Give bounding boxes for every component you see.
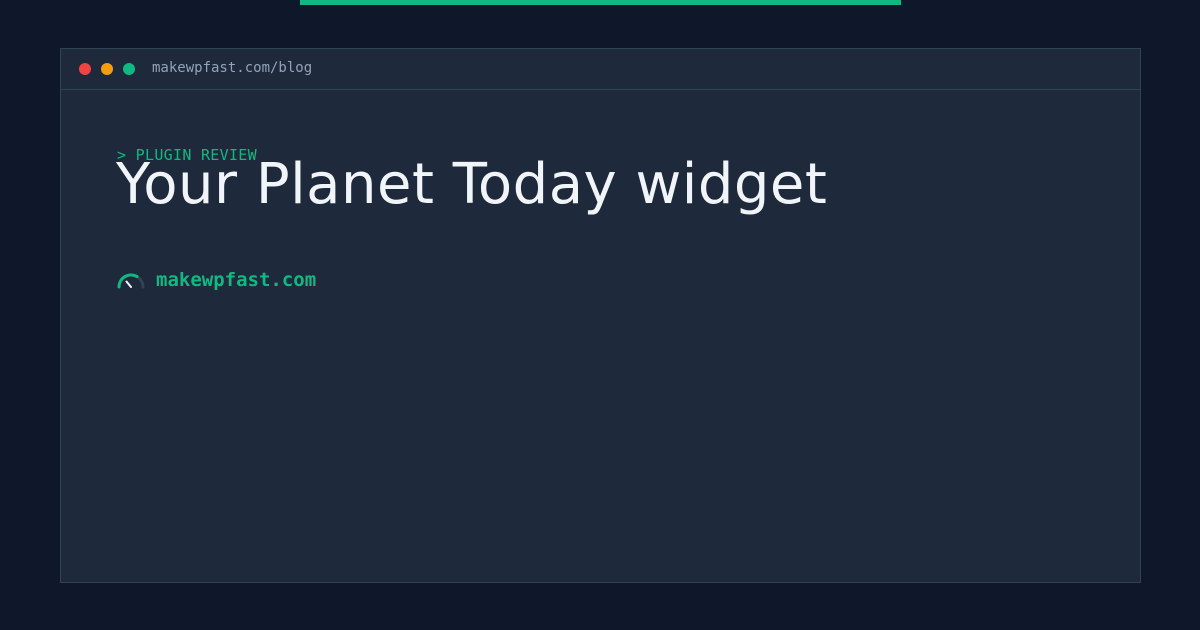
close-dot[interactable] — [79, 63, 91, 75]
post-card: > PLUGIN REVIEW Your Planet Today widget… — [61, 90, 1140, 582]
minimize-dot[interactable] — [101, 63, 113, 75]
post-title: Your Planet Today widget — [116, 152, 828, 217]
speedometer-icon — [116, 268, 146, 292]
brand[interactable]: makewpfast.com — [116, 268, 316, 292]
browser-window: makewpfast.com/blog > PLUGIN REVIEW Your… — [60, 48, 1141, 583]
window-titlebar: makewpfast.com/blog — [61, 49, 1140, 90]
window-url: makewpfast.com/blog — [152, 60, 313, 76]
brand-name: makewpfast.com — [156, 269, 317, 291]
maximize-dot[interactable] — [123, 63, 135, 75]
top-accent-bar — [300, 0, 901, 5]
